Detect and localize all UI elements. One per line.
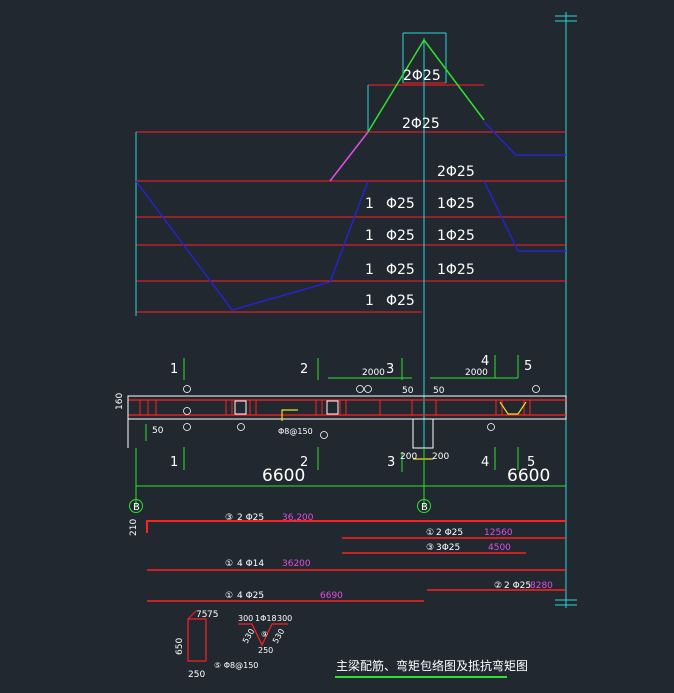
bar-4-mark: ① [225,559,233,569]
stirrup-ticks [139,400,531,415]
row4-left: 1 [365,293,374,309]
section-top-4: 4 [481,354,489,369]
resist-line-magenta [329,131,369,182]
bar-1-mark: ③ [225,513,233,523]
label-third-bars: 2Φ25 [437,164,475,180]
row1-mid: Φ25 [386,196,415,212]
dim-300-a: 300 [238,614,253,623]
row1-right: 1Φ25 [437,196,475,212]
bar-5-mark: ② [494,581,502,591]
dim-650: 650 [175,638,185,655]
dim-300-b: 300 [277,614,292,623]
dim-210: 210 [129,519,139,536]
row2-mid: Φ25 [386,228,415,244]
dim-50-right: 50 [433,386,445,396]
row3-left: 1 [365,262,374,278]
dim-2000-left: 2000 [362,368,385,378]
stirrup-note: Φ8@150 [278,427,313,436]
dim-530-b: 530 [271,627,286,645]
bar-1-spec: 2 Φ25 [237,513,264,523]
mark-9: ⑨ [261,630,268,639]
section-box [234,400,247,415]
row3-right: 1Φ25 [437,262,475,278]
section-top-1: 1 [170,362,178,377]
bar-6-spec: 4 Φ25 [237,591,264,601]
bar-mark-circles [183,385,540,439]
drawing-title: 主梁配筋、弯矩包络图及抵抗弯矩图 [336,658,528,673]
row1-left: 1 [365,196,374,212]
dim-530-a: 530 [241,627,256,645]
stirrup-spec: ⑤ Φ8@150 [214,661,258,670]
dim-50-left: 50 [402,386,414,396]
row2-right: 1Φ25 [437,228,475,244]
bar-4-spec: 4 Φ14 [237,559,264,569]
moment-envelope: 2Φ25 2Φ25 2Φ25 1 Φ25 1Φ25 1 Φ25 1Φ25 1 Φ… [135,32,566,448]
section-bot-4: 4 [481,455,489,470]
label-top-bars: 2Φ25 [403,68,441,84]
bar-schedule: 210 ③ 2 Φ25 36,200 ① 2 Φ25 12560 ③ 3Φ25 … [129,513,566,602]
span-right: 6600 [507,466,550,486]
dim-50-side: 50 [152,426,164,436]
envelope-curve-right-top [483,121,566,156]
bar-4-length: 36200 [282,559,311,569]
row2-left: 1 [365,228,374,244]
bar-2-mark: ① [426,528,434,538]
bar-3-mark: ③ [426,543,434,553]
bar-2-spec: 2 Φ25 [436,528,463,538]
envelope-curve-right-bottom [483,180,566,252]
drawing-canvas: 2Φ25 2Φ25 2Φ25 1 Φ25 1Φ25 1 Φ25 1Φ25 1 Φ… [115,12,577,680]
dim-75-b: 75 [207,610,218,620]
dim-200-left: 200 [400,452,417,462]
dim-2000-right: 2000 [465,368,488,378]
section-top-2: 2 [300,362,308,377]
detail-sketches: 75 75 650 250 ⑤ Φ8@150 300 1Φ18 300 ⑨ 53… [175,610,292,680]
bar-6-length: 6690 [320,591,343,601]
bent-bar-yellow-right [499,401,527,415]
label-second-bars: 2Φ25 [402,116,440,132]
bar-1-length: 36,200 [282,513,314,523]
bar-3-spec: 3Φ25 [436,543,460,553]
row4-mid: Φ25 [386,293,415,309]
section-bot-3: 3 [387,455,395,470]
bar-3-length: 4500 [488,543,511,553]
bar-5-length: 8280 [530,581,553,591]
bar-2-length: 12560 [484,528,513,538]
beam-elevation: 1 2 3 4 5 1 2 3 4 5 2000 2000 50 50 160 [115,354,567,513]
stirrup-shape [187,618,207,662]
dim-250-b: 250 [258,646,273,655]
section-box [326,400,339,415]
section-top-5: 5 [524,359,532,374]
bar-5-spec: 2 Φ25 [504,581,531,591]
dim-160: 160 [115,393,125,410]
support-column [412,418,434,449]
axis-label-mid: B [421,502,428,513]
bar-note: 1Φ18 [255,614,277,623]
dim-200-right: 200 [432,452,449,462]
dim-250-a: 250 [188,670,205,680]
section-bot-1: 1 [170,455,178,470]
section-top-3: 3 [386,362,394,377]
bar-6-mark: ① [225,591,233,601]
axis-label-left: B [133,502,140,513]
span-left: 6600 [262,466,305,486]
row3-mid: Φ25 [386,262,415,278]
dim-75-a: 75 [196,610,207,620]
stirrup-hook [187,610,197,620]
